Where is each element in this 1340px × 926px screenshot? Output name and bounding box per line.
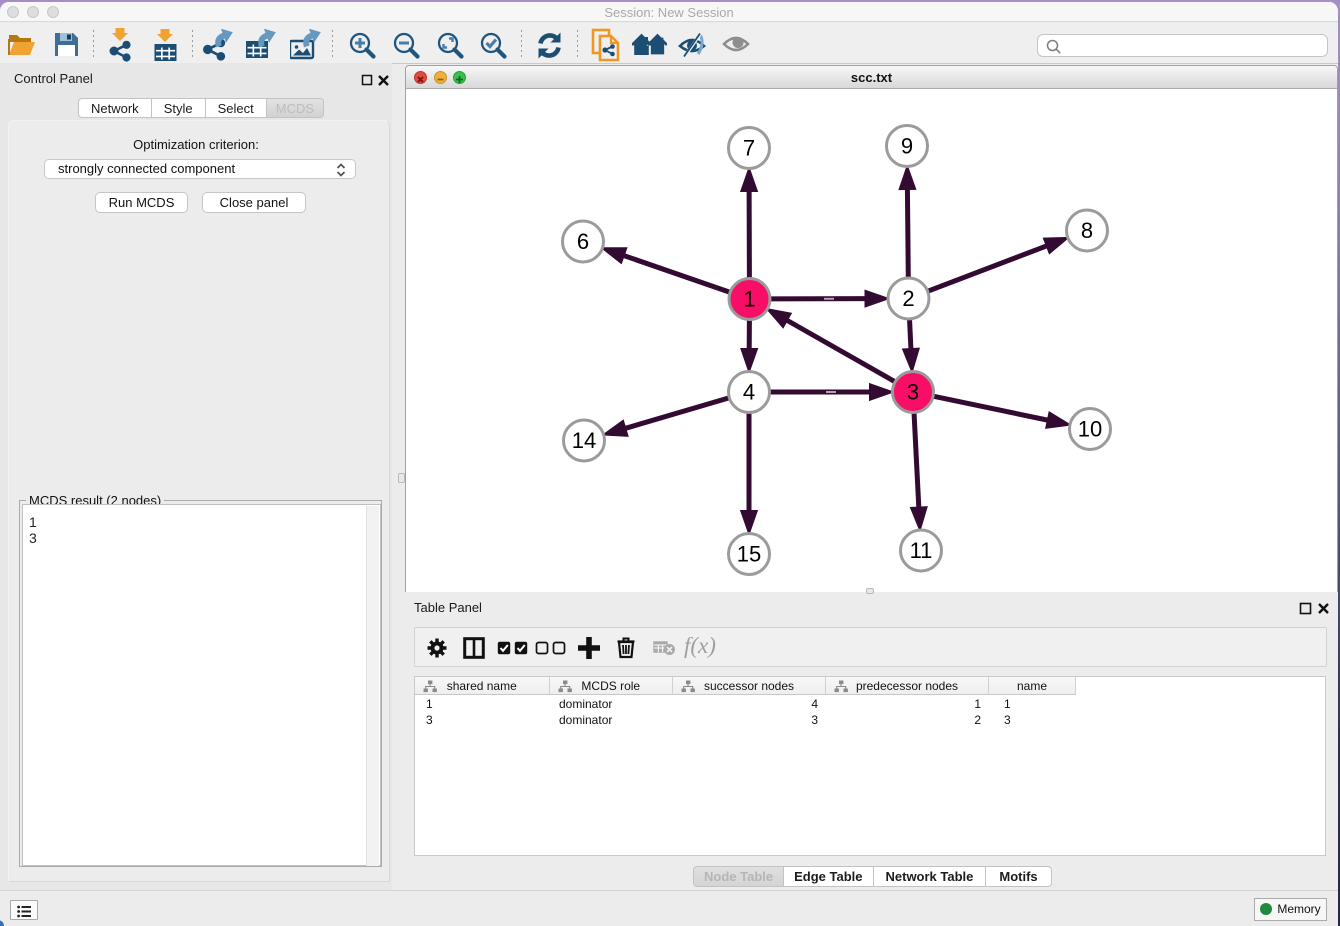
svg-text:8: 8	[1081, 218, 1093, 243]
svg-text:10: 10	[1078, 417, 1102, 442]
svg-text:4: 4	[743, 380, 755, 405]
svg-text:1: 1	[743, 287, 755, 312]
svg-text:3: 3	[907, 380, 919, 405]
svg-text:11: 11	[910, 538, 933, 563]
svg-text:9: 9	[901, 134, 913, 159]
svg-text:f(x): f(x)	[684, 637, 716, 658]
svg-text:6: 6	[577, 229, 589, 254]
svg-text:14: 14	[572, 428, 596, 453]
svg-text:2: 2	[902, 286, 914, 311]
svg-text:15: 15	[737, 542, 761, 567]
svg-text:7: 7	[743, 136, 755, 161]
